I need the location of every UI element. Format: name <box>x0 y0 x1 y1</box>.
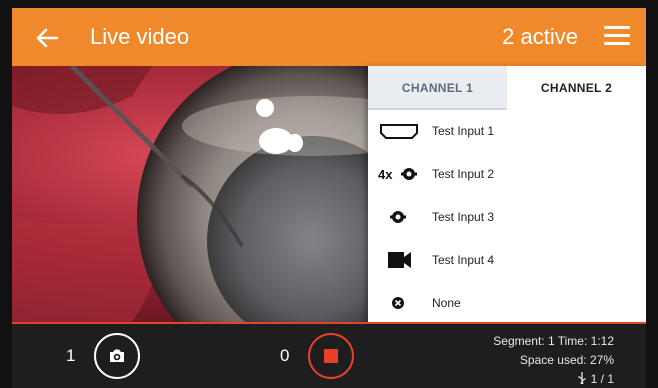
list-item-test-input-2[interactable]: 4x Test Input 2 <box>368 153 646 196</box>
page-title: Live video <box>90 24 190 49</box>
none-icon <box>392 297 404 309</box>
menu-icon <box>604 26 630 29</box>
space-used: Space used: 27% <box>519 353 614 367</box>
usb-icon <box>578 372 587 385</box>
list-item-none[interactable]: None <box>368 282 646 325</box>
hdmi-icon <box>380 124 418 139</box>
tab-channel-2[interactable]: CHANNEL 2 <box>507 66 646 110</box>
stop-icon <box>324 349 338 363</box>
recording-count: 0 <box>280 346 290 365</box>
tab-channel-1[interactable]: CHANNEL 1 <box>368 66 507 110</box>
active-channels-count: 2 active <box>502 24 578 49</box>
menu-button[interactable] <box>604 26 630 48</box>
camera-snapshot-icon <box>110 349 124 362</box>
scope-icon <box>390 211 406 223</box>
list-item-test-input-1[interactable]: Test Input 1 <box>368 110 646 153</box>
arrow-back-icon <box>36 28 59 48</box>
segment-info: Segment: 1 Time: 1:12 <box>493 334 614 348</box>
list-item-label: Test Input 4 <box>432 253 495 267</box>
list-item-label: Test Input 1 <box>432 124 495 138</box>
app-bar: Live video 2 active <box>12 8 646 66</box>
channel-panel: CHANNEL 1 CHANNEL 2 Test Input 1 4x Test… <box>368 66 646 322</box>
bottom-control-bar: 1 0 Segment: 1 Time: 1:12 Space used: 27… <box>12 322 646 388</box>
input-list: Test Input 1 4x Test Input 2 Test Input … <box>368 110 646 325</box>
device-frame: Live video 2 active CHANNEL 1 CHANNEL 2 … <box>0 0 658 388</box>
usb-info: 1 / 1 <box>493 370 614 388</box>
list-item-label: Test Input 3 <box>432 210 495 224</box>
scope-4x-icon: 4x <box>378 167 417 182</box>
app-screen: Live video 2 active CHANNEL 1 CHANNEL 2 … <box>12 8 646 388</box>
list-item-test-input-4[interactable]: Test Input 4 <box>368 239 646 282</box>
camera-icon <box>388 252 411 268</box>
list-item-label: None <box>432 296 461 310</box>
recording-info: Segment: 1 Time: 1:12 Space used: 27% 1 … <box>493 332 614 388</box>
snapshot-count: 1 <box>66 346 76 365</box>
back-button[interactable] <box>32 23 62 53</box>
channel-tabs: CHANNEL 1 CHANNEL 2 <box>368 66 646 110</box>
list-item-label: Test Input 2 <box>432 167 495 181</box>
snapshot-button[interactable] <box>94 333 140 379</box>
list-item-test-input-3[interactable]: Test Input 3 <box>368 196 646 239</box>
stop-recording-button[interactable] <box>308 333 354 379</box>
svg-text:4x: 4x <box>378 167 393 182</box>
